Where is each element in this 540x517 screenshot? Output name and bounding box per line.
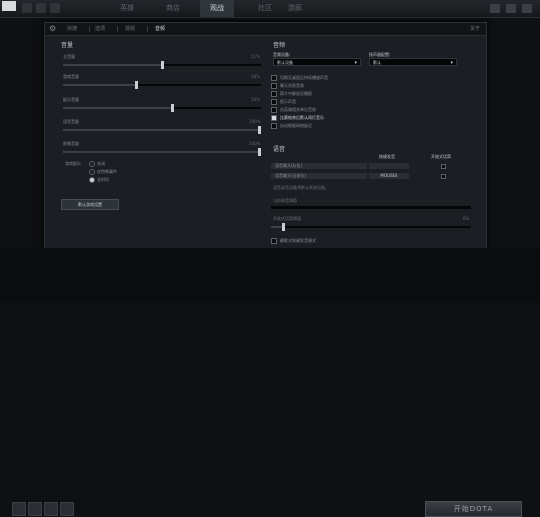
chevron-down-icon: ▾ — [450, 60, 453, 66]
slider-fill — [63, 151, 261, 153]
slider-handle[interactable] — [258, 148, 261, 156]
slider-fill — [63, 129, 261, 131]
checkbox-hero-sounds[interactable]: 仅英雄相关单位音效 — [271, 107, 316, 113]
voice-volume-slider[interactable] — [63, 126, 261, 134]
slider-label: 配乐音量 — [63, 97, 79, 102]
power-icon[interactable] — [522, 4, 532, 13]
open-mic-column-header: 开放式话筒 — [431, 154, 451, 159]
checkbox-auto-latency[interactable]: 自动根据网络延迟 — [271, 123, 312, 129]
slider-label: 前景音量 — [63, 141, 79, 146]
voice-team-hotkey[interactable] — [369, 163, 409, 169]
slider-handle[interactable] — [160, 61, 164, 69]
audio-title: 音频 — [273, 42, 286, 49]
nav-community[interactable]: 社区 — [258, 0, 272, 17]
settings-tabs: ⚙ 快捷 选项 视频 音频 关于 — [45, 23, 486, 36]
checkbox-background-sound[interactable]: 切换至桌面后持续播放声音 — [271, 75, 328, 81]
music-volume-slider[interactable] — [63, 104, 261, 112]
voice-all-label: 语音聊天(全体队) — [271, 173, 367, 179]
game-volume-slider[interactable] — [63, 81, 261, 89]
nav-store[interactable]: 商店 — [166, 0, 180, 17]
shop-icon[interactable] — [12, 502, 26, 516]
voice-title: 语音 — [273, 146, 286, 153]
tab-divider — [117, 26, 118, 32]
inventory-icon[interactable] — [28, 502, 42, 516]
radio-special-events[interactable]: 仅特殊事件 — [89, 169, 117, 175]
slider-handle[interactable] — [170, 104, 174, 112]
checkbox-music-after-game[interactable]: 比赛结束后默认再打音乐 — [271, 115, 324, 121]
nav-watch[interactable]: 观战 — [200, 0, 234, 17]
voice-team-label: 语音聊天(队伍) — [271, 163, 367, 169]
slider-handle[interactable] — [282, 223, 285, 231]
record-threshold-label: 当前录音阈值 — [273, 198, 297, 203]
checkbox-chat-sound[interactable]: 聊天消息音效 — [271, 83, 304, 89]
music-mode-label: 游戏配乐 — [65, 161, 81, 166]
voice-all-hotkey[interactable]: MOUSE4 — [369, 173, 409, 179]
hotkey-column-header: 按键发音 — [379, 154, 395, 159]
open-mic-threshold-label: 开放式话筒阈值 — [273, 216, 301, 221]
nav-arcade[interactable]: 游廊 — [288, 0, 302, 17]
slider-fill — [63, 64, 164, 66]
dota-logo[interactable] — [2, 1, 16, 11]
checkbox-announcer[interactable]: 简介中解说员播报 — [271, 91, 312, 97]
voice-team-open-mic-checkbox[interactable] — [441, 164, 446, 169]
output-device-dropdown[interactable]: 默认设备 ▾ — [273, 58, 361, 66]
bottom-bar: 开始DOTA — [0, 248, 540, 517]
checkbox-alert-sound[interactable]: 提示声音 — [271, 99, 296, 105]
chevron-down-icon: ▾ — [354, 60, 357, 66]
voice-all-open-mic-checkbox[interactable] — [441, 174, 446, 179]
speaker-config-dropdown[interactable]: 默认 ▾ — [369, 58, 457, 66]
slider-handle[interactable] — [258, 126, 261, 134]
slider-label: 主音量 — [63, 54, 75, 59]
reset-defaults-button[interactable]: 默认游戏设置 — [61, 199, 119, 210]
slider-value: 56% — [251, 97, 260, 102]
tab-divider — [147, 26, 148, 32]
slider-value: 100% — [249, 119, 261, 124]
checkbox-silent-push-to-talk[interactable]: 静默式按键发音模式 — [271, 238, 316, 244]
slider-value: 51% — [251, 54, 260, 59]
play-dota-button[interactable]: 开始DOTA — [425, 501, 522, 517]
slider-fill — [63, 107, 174, 109]
tab-hotkeys[interactable]: 快捷 — [67, 23, 77, 35]
record-threshold-meter — [271, 206, 471, 209]
menu-icon[interactable] — [22, 3, 32, 13]
slider-value: 38% — [251, 74, 260, 79]
tab-divider — [89, 26, 90, 32]
top-bar: 英雄 商店 观战 社区 游廊 — [0, 0, 540, 18]
chat-icon[interactable] — [506, 4, 516, 13]
profile-icon[interactable] — [36, 3, 46, 13]
gear-icon[interactable] — [50, 3, 60, 13]
slider-label: 游戏音量 — [63, 74, 79, 79]
nav-heroes[interactable]: 英雄 — [120, 0, 134, 17]
slider-fill — [63, 84, 139, 86]
radio-off[interactable]: 关闭 — [89, 161, 105, 167]
tab-video[interactable]: 视频 — [125, 23, 135, 35]
guide-icon[interactable] — [60, 502, 74, 516]
settings-panel: ⚙ 快捷 选项 视频 音频 关于 音量 主音量 51% 游戏音量 38% 配乐音… — [44, 22, 487, 249]
master-volume-slider[interactable] — [63, 61, 261, 69]
settings-gear-icon: ⚙ — [49, 24, 57, 33]
slider-value: 100% — [249, 141, 261, 146]
volume-title: 音量 — [61, 42, 74, 49]
slider-handle[interactable] — [135, 81, 139, 89]
tab-audio[interactable]: 音频 — [155, 23, 165, 35]
radio-always[interactable]: 全时间 — [89, 177, 109, 183]
about-link[interactable]: 关于 — [470, 23, 480, 35]
voice-device-hint: 语音录音设备将默认系统设备。 — [273, 185, 329, 190]
open-mic-threshold-value: 6% — [463, 216, 470, 221]
open-mic-threshold-slider[interactable] — [271, 223, 471, 231]
tab-options[interactable]: 选项 — [95, 23, 105, 35]
ambient-volume-slider[interactable] — [63, 148, 261, 156]
friends-icon[interactable] — [490, 4, 500, 13]
slider-label: 语音音量 — [63, 119, 79, 124]
party-icon[interactable] — [44, 502, 58, 516]
